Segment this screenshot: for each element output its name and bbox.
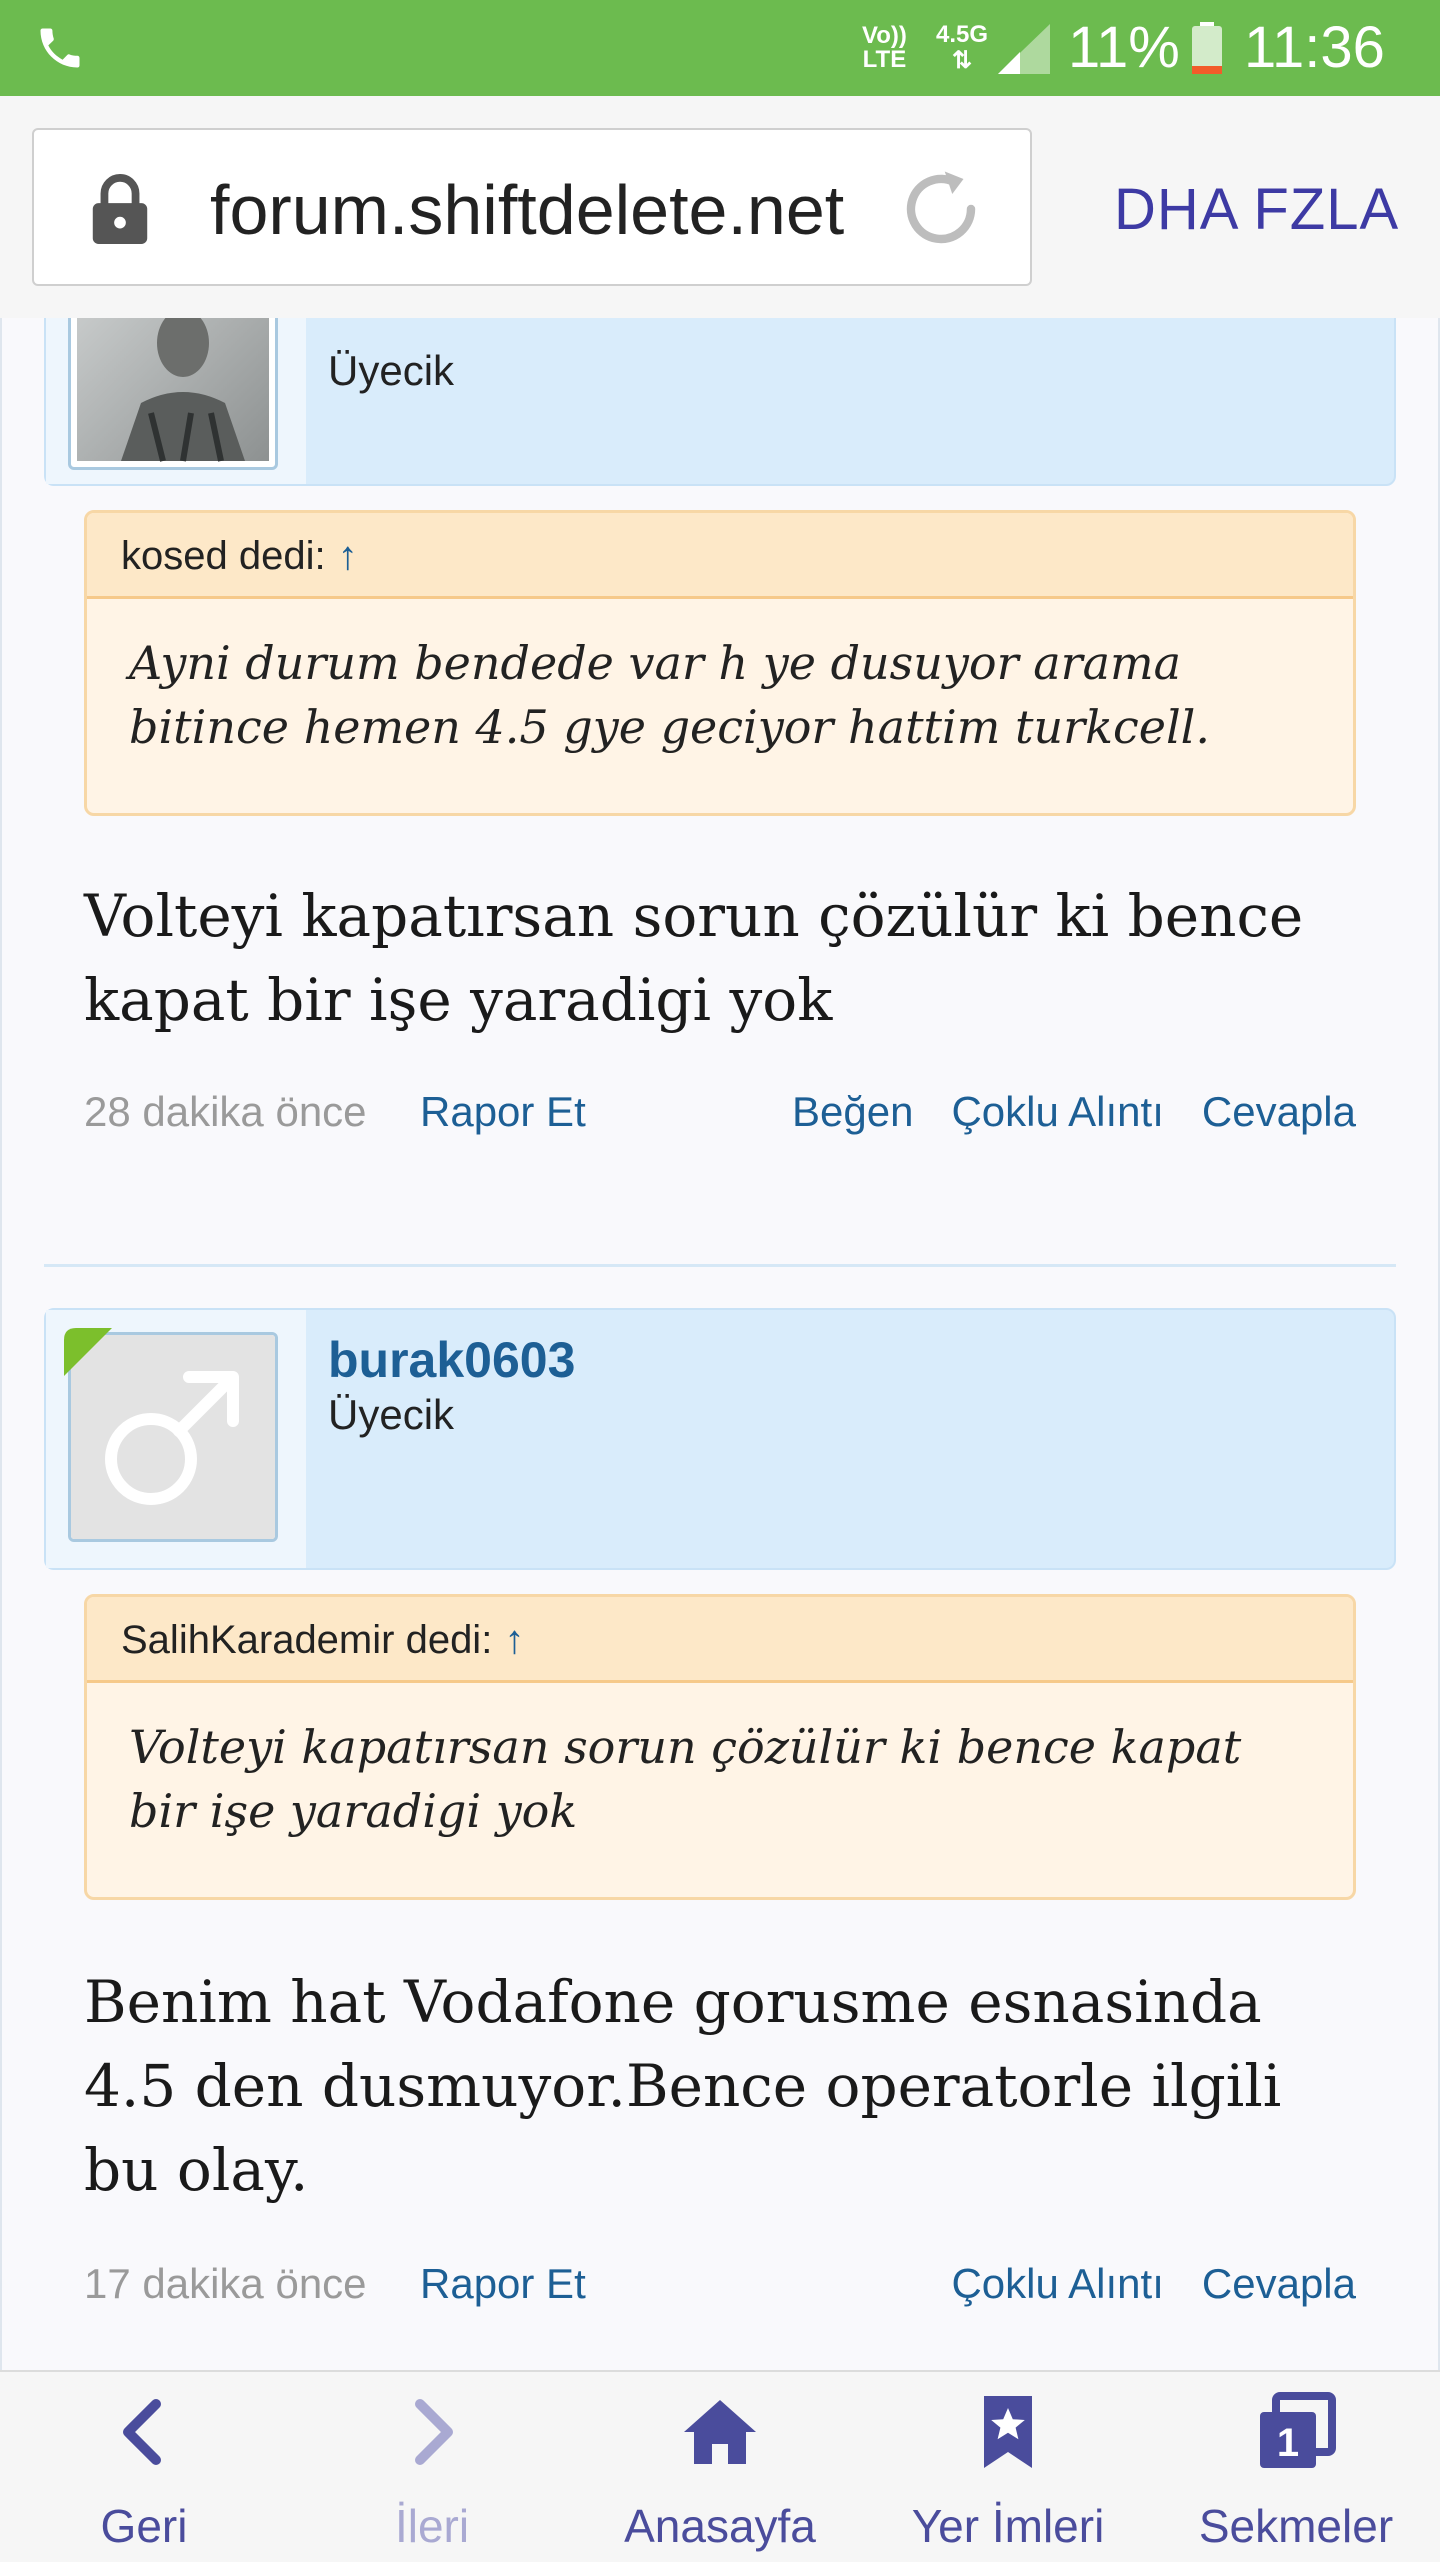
reload-icon[interactable] bbox=[896, 164, 986, 254]
nav-back-button[interactable]: Geri bbox=[0, 2372, 288, 2562]
nav-tabs-button[interactable]: 1 Sekmeler bbox=[1152, 2372, 1440, 2562]
username-link[interactable]: burak0603 bbox=[328, 1330, 575, 1390]
user-title: Üyecik bbox=[328, 347, 455, 394]
user-title: Üyecik bbox=[328, 1391, 455, 1438]
post-meta: 17 dakika önce Rapor Et Çoklu Alıntı Ceva… bbox=[84, 2254, 1356, 2314]
post-user-bar: burak0603 Üyecik bbox=[44, 1308, 1396, 1570]
network-gen-indicator: 4.5G ⇅ bbox=[936, 22, 988, 74]
nav-bookmarks-button[interactable]: Yer İmleri bbox=[864, 2372, 1152, 2562]
post-actions: Beğen Çoklu Alıntı Cevapla bbox=[754, 1082, 1356, 1142]
report-link[interactable]: Rapor Et bbox=[420, 2254, 586, 2314]
data-activity-icon: ⇅ bbox=[951, 47, 973, 74]
post-message: Benim hat Vodafone gorusme esnasinda 4.5… bbox=[84, 1968, 1282, 2204]
quote-text: Ayni durum bendede var h ye dusuyor aram… bbox=[129, 636, 1210, 754]
lte-label: LTE bbox=[862, 46, 907, 73]
quote-block: SalihKarademir dedi: ↑ Volteyi kapatırsan… bbox=[84, 1594, 1356, 1900]
clock: 11:36 bbox=[1244, 15, 1385, 80]
tabs-icon: 1 bbox=[1260, 2392, 1336, 2468]
quote-author-label: SalihKarademir dedi: bbox=[121, 1618, 493, 1662]
reply-link[interactable]: Cevapla bbox=[1202, 1088, 1356, 1135]
post-time[interactable]: 28 dakika önce bbox=[84, 1082, 367, 1142]
signal-icon bbox=[998, 24, 1050, 74]
phone-icon bbox=[40, 28, 80, 68]
forward-arrow-icon bbox=[415, 2399, 453, 2465]
like-link[interactable]: Beğen bbox=[792, 1088, 913, 1135]
battery-icon bbox=[1192, 22, 1222, 74]
post-meta: 28 dakika önce Rapor Et Beğen Çoklu Alınt… bbox=[84, 1082, 1356, 1142]
post-user-bar: Üyecik bbox=[44, 318, 1396, 486]
post-actions: Çoklu Alıntı Cevapla bbox=[913, 2254, 1356, 2314]
browser-toolbar: forum.shiftdelete.net DHA FZLA bbox=[0, 96, 1440, 320]
avatar[interactable] bbox=[68, 318, 278, 470]
browser-bottom-nav: Geri İleri Anasayfa Yer İmleri 1 Sekmele… bbox=[0, 2370, 1440, 2562]
volte-indicator: Vo)) LTE bbox=[862, 24, 907, 72]
online-indicator-icon bbox=[64, 1328, 112, 1376]
url-text[interactable]: forum.shiftdelete.net bbox=[210, 170, 846, 250]
home-icon bbox=[684, 2400, 756, 2464]
battery-percent: 11% bbox=[1068, 15, 1180, 80]
nav-tabs-label: Sekmeler bbox=[1198, 2500, 1394, 2552]
back-arrow-icon bbox=[123, 2399, 161, 2465]
user-photo-icon bbox=[77, 318, 269, 462]
more-button[interactable]: DHA FZLA bbox=[1114, 178, 1399, 242]
report-link[interactable]: Rapor Et bbox=[420, 1082, 586, 1142]
nav-home-label: Anasayfa bbox=[624, 2500, 816, 2552]
post-divider bbox=[44, 1264, 1396, 1267]
nav-home-button[interactable]: Anasayfa bbox=[576, 2372, 864, 2562]
lock-icon bbox=[92, 174, 148, 244]
reply-link[interactable]: Cevapla bbox=[1202, 2260, 1356, 2307]
quote-author[interactable]: kosed dedi: ↑ bbox=[121, 531, 358, 581]
go-to-quote-icon[interactable]: ↑ bbox=[504, 1618, 524, 1662]
network-gen-label: 4.5G bbox=[936, 21, 989, 48]
post-message: Volteyi kapatırsan sorun çözülür ki benc… bbox=[84, 882, 1304, 1034]
thread-content: Üyecik kosed dedi: ↑ Ayni durum bendede v… bbox=[0, 318, 1440, 2370]
tabs-count-badge: 1 bbox=[1277, 2421, 1299, 2465]
post-time[interactable]: 17 dakika önce bbox=[84, 2254, 367, 2314]
nav-bookmarks-label: Yer İmleri bbox=[911, 2500, 1105, 2552]
quote-header: kosed dedi: ↑ bbox=[87, 513, 1353, 599]
quote-block: kosed dedi: ↑ Ayni durum bendede var h ye… bbox=[84, 510, 1356, 816]
bookmark-icon bbox=[984, 2396, 1032, 2468]
nav-forward-label: İleri bbox=[394, 2500, 470, 2552]
avatar-column bbox=[46, 318, 306, 484]
quote-author-label: kosed dedi: bbox=[121, 534, 326, 578]
status-bar: Vo)) LTE 4.5G ⇅ 11% 11:36 bbox=[0, 0, 1440, 96]
multi-quote-link[interactable]: Çoklu Alıntı bbox=[951, 2260, 1163, 2307]
avatar-column bbox=[46, 1310, 306, 1568]
quote-header: SalihKarademir dedi: ↑ bbox=[87, 1597, 1353, 1683]
nav-forward-button[interactable]: İleri bbox=[288, 2372, 576, 2562]
nav-back-label: Geri bbox=[100, 2500, 188, 2552]
address-bar[interactable]: forum.shiftdelete.net bbox=[32, 128, 1032, 286]
volte-label: Vo)) bbox=[862, 22, 907, 49]
quote-author[interactable]: SalihKarademir dedi: ↑ bbox=[121, 1615, 524, 1665]
content-frame-left bbox=[0, 318, 2, 2370]
multi-quote-link[interactable]: Çoklu Alıntı bbox=[951, 1088, 1163, 1135]
quote-text: Volteyi kapatırsan sorun çözülür ki benc… bbox=[129, 1720, 1242, 1838]
go-to-quote-icon[interactable]: ↑ bbox=[338, 534, 358, 578]
